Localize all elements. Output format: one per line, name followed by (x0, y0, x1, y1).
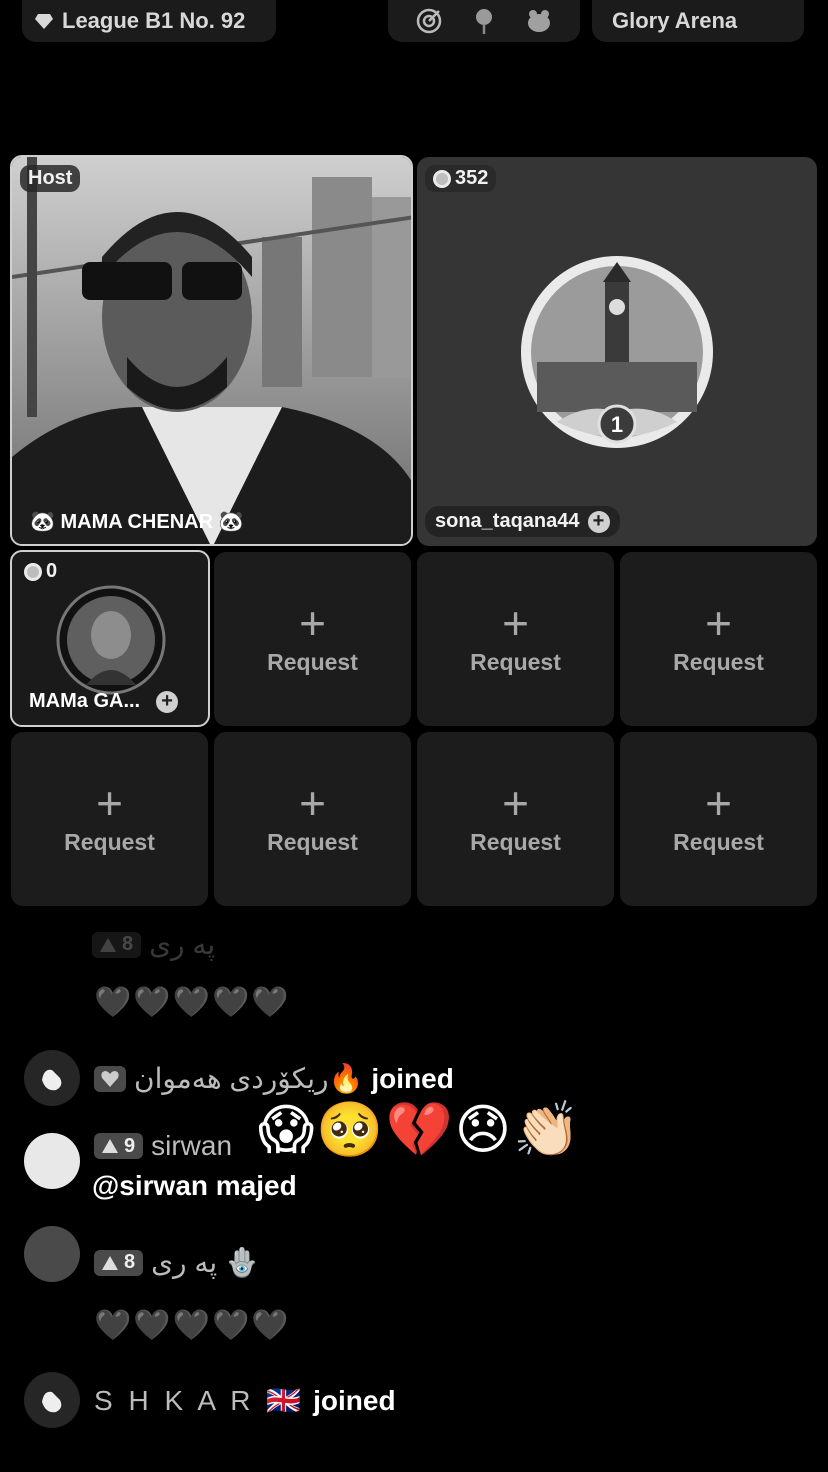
chat-action: joined (313, 1384, 396, 1416)
heart-badge (94, 1065, 126, 1092)
small-guest-name-row: MAMa GA... + (29, 690, 179, 713)
host-name[interactable]: 🐼 MAMA CHENAR 🐼 (30, 509, 244, 534)
request-label: Request (470, 828, 561, 855)
small-guest-name[interactable]: MAMa GA... (29, 690, 140, 713)
chat-username[interactable]: sirwan (151, 1130, 232, 1162)
level-value: 8 (122, 933, 134, 955)
heart-icon (101, 1070, 119, 1087)
plus-icon: + (502, 596, 529, 649)
chat-join-message-1: ریکۆردی هەموان🔥 joined (94, 1062, 454, 1095)
request-label: Request (64, 828, 155, 855)
coin-icon (24, 562, 42, 581)
small-guest-coin-count: 0 (20, 560, 61, 583)
guest-name: sona_taqana44 (435, 510, 580, 532)
top-bar: League B1 No. 92 Glory Arena (0, 0, 828, 44)
plus-icon: + (299, 776, 326, 829)
arena-label: Glory Arena (612, 8, 738, 33)
level-icon (102, 1255, 118, 1270)
request-label: Request (267, 828, 358, 855)
request-slot-3[interactable]: + Request (620, 552, 817, 726)
guest-coin-count: 352 (425, 165, 497, 192)
chat-message-sirwan: 9 sirwan (94, 1130, 232, 1162)
request-slot-1[interactable]: + Request (214, 552, 411, 726)
chat-username[interactable]: S H K A R 🇬🇧 (94, 1384, 305, 1417)
wave-icon (24, 1050, 80, 1106)
follow-plus-icon[interactable]: + (587, 510, 610, 533)
gift-shortcuts[interactable] (388, 0, 580, 42)
level-badge: 8 (92, 931, 142, 958)
request-slot-7[interactable]: + Request (620, 732, 817, 906)
target-icon[interactable] (414, 6, 444, 36)
small-guest-coins-value: 0 (46, 560, 58, 582)
league-label: League B1 No. 92 (62, 8, 246, 33)
guest-name-chip[interactable]: sona_taqana44 + (425, 506, 620, 537)
chat-message-pari: 8 په ری 🪬 (94, 1246, 260, 1279)
plus-icon: + (705, 776, 732, 829)
request-label: Request (673, 828, 764, 855)
rose-icon[interactable] (469, 6, 499, 36)
level-badge: 8 (94, 1249, 144, 1276)
user-avatar[interactable] (24, 1226, 80, 1282)
level-badge: 9 (94, 1133, 144, 1159)
emoji-reactions: 😱🥺💔😞👏🏻 (258, 1100, 583, 1160)
guest-tile-mama-ga[interactable]: 0 MAMa GA... + (10, 550, 210, 727)
request-label: Request (470, 648, 561, 675)
chat-username[interactable]: په ری 🪬 (151, 1246, 260, 1279)
arena-badge[interactable]: Glory Arena (592, 0, 804, 42)
chat-message-text: 🖤🖤🖤🖤🖤 (94, 986, 291, 1019)
host-video-tile[interactable]: Host 🐼 MAMA CHENAR 🐼 (10, 155, 413, 546)
level-value: 8 (124, 1251, 136, 1273)
guest-tile-sona[interactable]: 352 1 sona_taqana44 + (417, 157, 817, 546)
host-tag: Host (20, 165, 81, 192)
chat-join-message-2: S H K A R 🇬🇧 joined (94, 1384, 396, 1417)
wave-icon (24, 1372, 80, 1428)
diamond-icon (35, 14, 53, 29)
animal-gift-icon[interactable] (524, 6, 554, 36)
coin-icon (433, 169, 451, 188)
league-badge[interactable]: League B1 No. 92 (22, 0, 276, 42)
chat-username[interactable]: ریکۆردی هەموان🔥 (134, 1062, 363, 1095)
plus-icon: + (96, 776, 123, 829)
rank-number: 1 (611, 412, 623, 437)
request-label: Request (267, 648, 358, 675)
request-slot-4[interactable]: + Request (11, 732, 208, 906)
plus-icon: + (705, 596, 732, 649)
chat-action: joined (371, 1062, 454, 1094)
request-slot-6[interactable]: + Request (417, 732, 614, 906)
plus-icon: + (502, 776, 529, 829)
level-value: 9 (124, 1134, 136, 1157)
guest-avatar[interactable]: 1 (517, 252, 717, 452)
request-slot-2[interactable]: + Request (417, 552, 614, 726)
level-icon (102, 1139, 118, 1153)
chat-message-text: 🖤🖤🖤🖤🖤 (94, 1309, 291, 1342)
chat-message-faded: 8 په ری (92, 928, 215, 961)
guest-coins-value: 352 (455, 167, 489, 189)
level-icon (100, 937, 116, 952)
request-slot-5[interactable]: + Request (214, 732, 411, 906)
request-label: Request (673, 648, 764, 675)
plus-icon: + (299, 596, 326, 649)
small-guest-avatar[interactable] (56, 585, 166, 695)
chat-mention[interactable]: @sirwan majed (92, 1170, 297, 1202)
follow-plus-icon[interactable]: + (156, 690, 179, 713)
host-video-frame (12, 157, 411, 544)
chat-username: په ری (149, 929, 216, 960)
user-avatar[interactable] (24, 1133, 80, 1189)
